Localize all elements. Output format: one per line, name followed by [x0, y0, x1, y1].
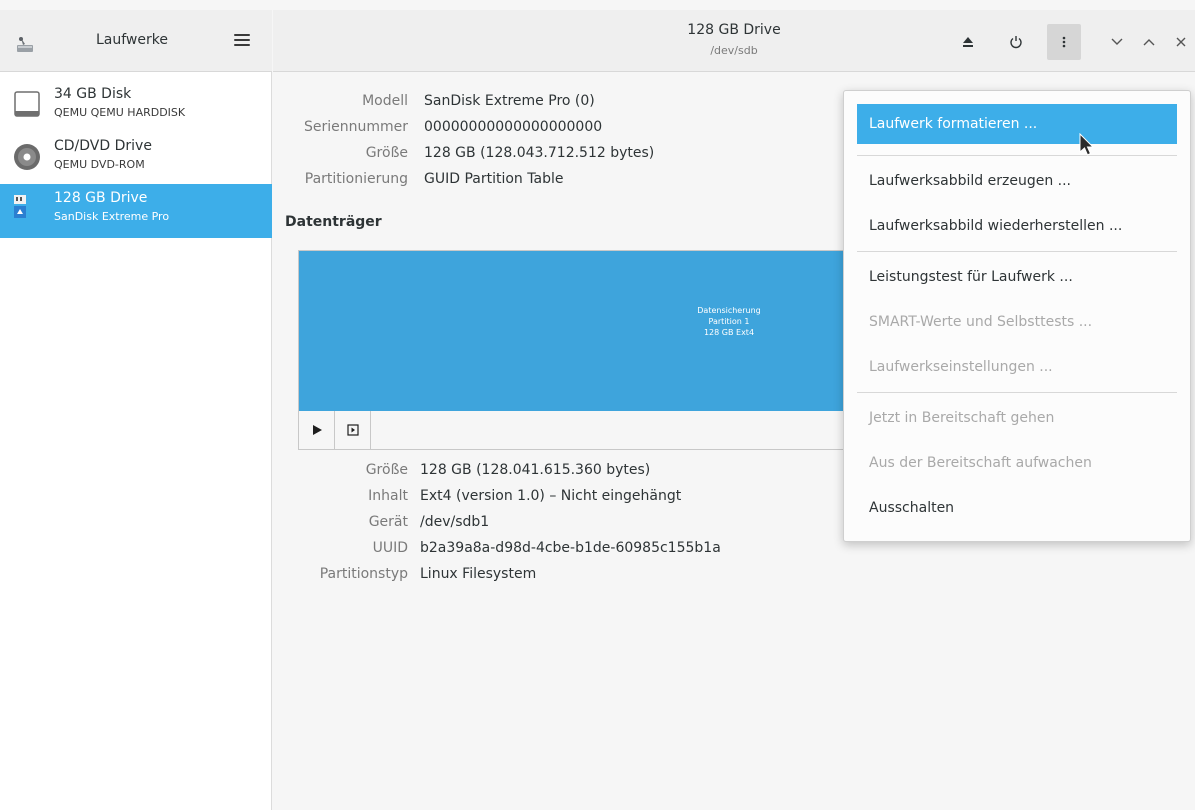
kebab-menu-icon	[1062, 36, 1066, 48]
chevron-down-icon	[1111, 38, 1123, 45]
menu-item-restore-image[interactable]: Laufwerksabbild wiederherstellen ...	[857, 206, 1177, 246]
drive-model: QEMU DVD-ROM	[54, 158, 145, 171]
volumes-title: Datenträger	[285, 214, 382, 230]
menu-item-wakeup: Aus der Bereitschaft aufwachen	[869, 455, 1092, 471]
menu-item-standby: Jetzt in Bereitschaft gehen	[869, 410, 1055, 426]
drive-model: QEMU QEMU HARDDISK	[54, 106, 186, 119]
partition-label: Datensicherung Partition 1 128 GB Ext4	[674, 305, 784, 338]
minimize-button[interactable]	[1107, 32, 1127, 52]
sidebar-header: Laufwerke	[0, 10, 272, 72]
model-value: SanDisk Extreme Pro (0)	[424, 93, 595, 109]
volume-graphic: Datensicherung Partition 1 128 GB Ext4	[298, 250, 859, 450]
partition-number: Partition 1	[708, 317, 750, 326]
menu-item-power-off[interactable]: Ausschalten	[857, 488, 1177, 528]
partition-size-value: 128 GB (128.041.615.360 bytes)	[420, 462, 651, 478]
model-label: Modell	[362, 93, 408, 109]
sidebar-title: Laufwerke	[96, 32, 168, 48]
drive-options-button[interactable]	[1047, 24, 1081, 60]
content-label: Inhalt	[368, 488, 408, 504]
menu-separator	[857, 155, 1177, 156]
power-off-button[interactable]	[999, 24, 1033, 60]
disks-window: Laufwerke 34 GB Disk QEMU QEMU HARDDISK …	[0, 0, 1195, 810]
volume-toolbar	[299, 411, 859, 449]
mount-button[interactable]	[299, 411, 335, 449]
optical-disc-icon	[14, 144, 40, 170]
partition-name: Datensicherung	[697, 306, 761, 315]
serial-label: Seriennummer	[303, 119, 408, 135]
size-label: Größe	[365, 145, 408, 161]
drive-options-menu: Laufwerk formatieren ... Laufwerksabbild…	[843, 90, 1191, 542]
menu-item-create-image[interactable]: Laufwerksabbild erzeugen ...	[857, 161, 1177, 201]
partition-type-label: Partitionstyp	[319, 566, 408, 582]
partitioning-label: Partitionierung	[304, 171, 408, 187]
menu-item-smart: SMART-Werte und Selbsttests ...	[869, 314, 1093, 330]
device-label: Gerät	[368, 514, 408, 530]
power-icon	[1010, 36, 1022, 49]
harddisk-icon	[14, 91, 40, 117]
chevron-up-icon	[1143, 39, 1155, 46]
menu-item-benchmark[interactable]: Leistungstest für Laufwerk ...	[857, 257, 1177, 297]
menu-item-drive-settings: Laufwerkseinstellungen ...	[869, 359, 1053, 375]
close-button[interactable]	[1171, 32, 1191, 52]
uuid-value: b2a39a8a-d98d-4cbe-b1de-60985c155b1a	[420, 540, 721, 556]
menu-item-format-drive[interactable]: Laufwerk formatieren ...	[857, 104, 1177, 144]
drive-model: SanDisk Extreme Pro	[54, 210, 170, 223]
partition-size-fs: 128 GB Ext4	[703, 328, 755, 337]
drive-name: CD/DVD Drive	[54, 138, 152, 154]
content-value: Ext4 (version 1.0) – Nicht eingehängt	[420, 488, 682, 504]
uuid-label: UUID	[372, 540, 408, 556]
mouse-cursor-icon	[1079, 133, 1095, 156]
flash-drive-icon	[14, 195, 26, 218]
close-icon	[1176, 37, 1186, 47]
menu-separator	[857, 392, 1177, 393]
drive-name: 34 GB Disk	[54, 86, 132, 102]
eject-icon	[963, 37, 973, 47]
partition-1-block[interactable]: Datensicherung Partition 1 128 GB Ext4	[299, 251, 859, 411]
play-icon	[312, 425, 322, 435]
partitioning-value: GUID Partition Table	[424, 171, 564, 187]
hamburger-menu-icon[interactable]	[234, 34, 250, 48]
partition-size-label: Größe	[365, 462, 408, 478]
maximize-button[interactable]	[1139, 32, 1159, 52]
partition-type-value: Linux Filesystem	[420, 566, 537, 582]
drive-item-128gb-drive[interactable]: 128 GB Drive SanDisk Extreme Pro	[0, 184, 272, 238]
header-bar: 128 GB Drive /dev/sdb	[273, 10, 1195, 72]
drive-name: 128 GB Drive	[54, 190, 148, 206]
disks-app-icon	[17, 37, 33, 52]
serial-value: 00000000000000000000	[424, 119, 603, 135]
partition-options-button[interactable]	[335, 411, 371, 449]
eject-button[interactable]	[951, 24, 985, 60]
menu-separator	[857, 251, 1177, 252]
partition-options-icon	[346, 424, 359, 436]
size-value: 128 GB (128.043.712.512 bytes)	[424, 145, 655, 161]
device-value: /dev/sdb1	[420, 514, 490, 530]
